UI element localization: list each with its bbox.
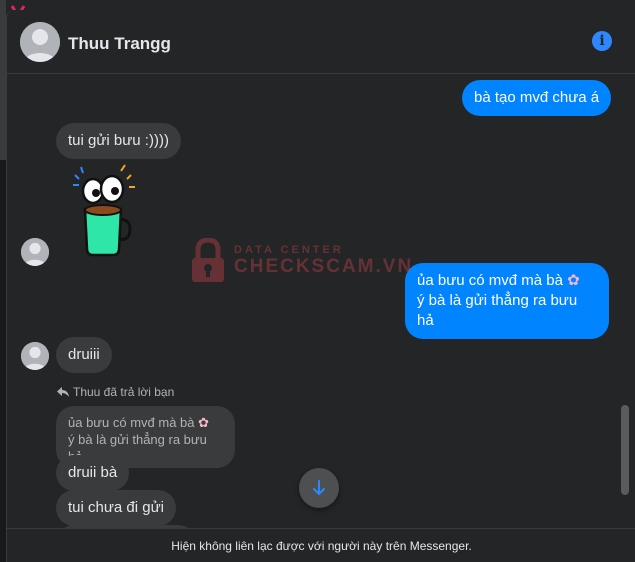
watermark-text: DATA CENTER CHECKSCAM.VN — [234, 244, 413, 278]
reply-arrow-icon — [57, 387, 69, 397]
contact-avatar-small — [21, 342, 49, 370]
incoming-message[interactable]: tui chưa đi gửi — [56, 490, 176, 526]
default-avatar-icon — [21, 238, 49, 266]
message-line: ý bà là gửi thẳng ra bưu hả — [417, 292, 578, 329]
incoming-message[interactable]: tui gửi bưu :)))) — [56, 123, 181, 159]
watermark-main: CHECKSCAM.VN — [234, 256, 414, 277]
contact-avatar[interactable] — [20, 22, 60, 62]
scroll-to-bottom-button[interactable] — [299, 468, 339, 508]
incoming-message[interactable]: druiii — [56, 337, 112, 373]
outgoing-message[interactable]: ủa bưu có mvđ mà bà ✿ ý bà là gửi thẳng … — [405, 263, 609, 339]
message-list: bà tạo mvđ chưa á tui gửi bưu :)))) ủa b… — [7, 75, 635, 528]
arrow-down-icon — [313, 480, 325, 495]
default-avatar-icon — [21, 342, 49, 370]
chat-header: Thuu Trangg i — [7, 10, 635, 74]
contact-name[interactable]: Thuu Trangg — [68, 34, 171, 54]
default-avatar-icon — [20, 22, 60, 62]
coffee-sticker-icon[interactable] — [71, 163, 141, 258]
watermark: DATA CENTER CHECKSCAM.VN — [190, 238, 413, 284]
reply-indicator: Thuu đã trả lời bạn — [57, 385, 174, 399]
cherry-blossom-icon: ✿ — [198, 415, 210, 430]
outgoing-message[interactable]: bà tạo mvđ chưa á — [462, 80, 612, 116]
cherry-blossom-icon: ✿ — [567, 272, 580, 289]
info-icon[interactable]: i — [592, 31, 612, 51]
chat-window: Thuu Trangg i bà tạo mvđ chưa á tui gửi … — [6, 10, 635, 562]
message-line: ủa bưu có mvđ mà bà ✿ — [68, 415, 210, 430]
message-line: ủa bưu có mvđ mà bà ✿ — [417, 272, 580, 289]
contact-avatar-small — [21, 238, 49, 266]
unavailable-notice: Hiện không liên lạc được với người này t… — [7, 528, 635, 562]
watermark-top: DATA CENTER — [234, 244, 344, 256]
incoming-message[interactable]: druii bà — [56, 455, 130, 491]
padlock-icon — [192, 238, 224, 282]
reply-label-text: Thuu đã trả lời bạn — [73, 385, 175, 399]
scrollbar[interactable] — [621, 405, 629, 495]
